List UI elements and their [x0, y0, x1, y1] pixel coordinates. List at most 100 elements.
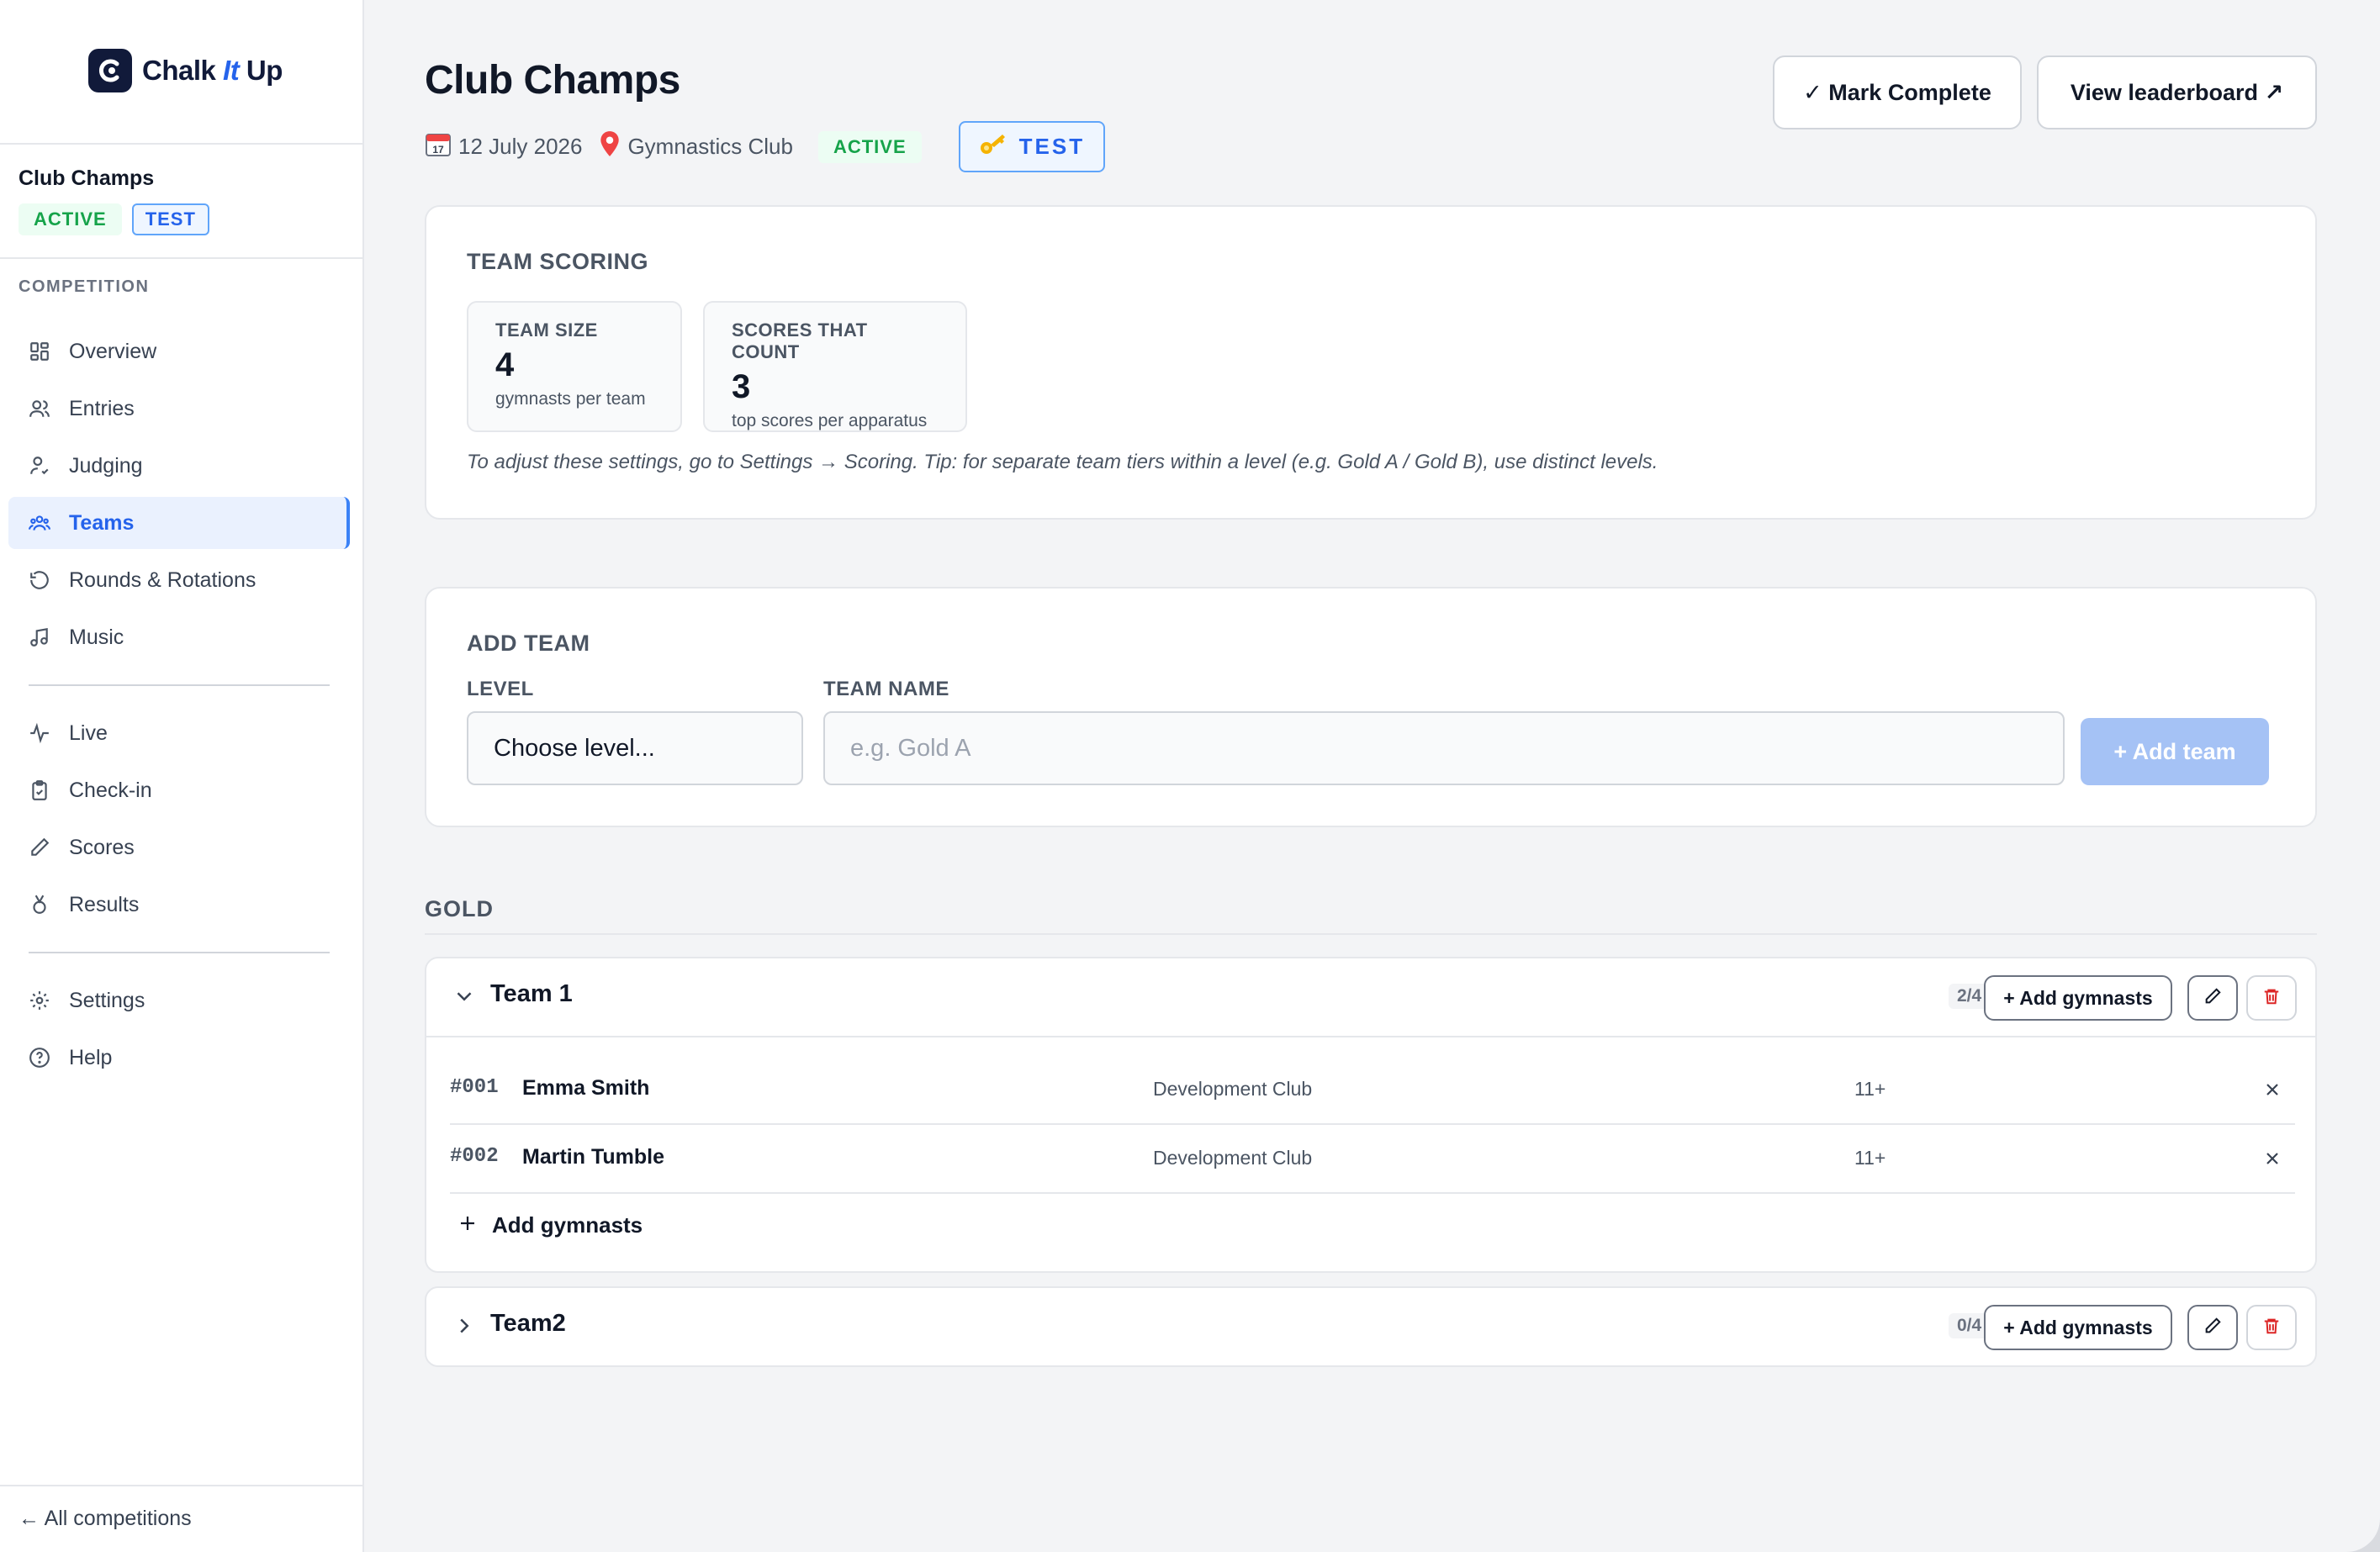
team-name: Team2 — [490, 1310, 566, 1337]
team-name-label: TEAM NAME — [823, 678, 949, 700]
gymnast-name: Emma Smith — [522, 1076, 650, 1100]
status-badge-active: ACTIVE — [19, 203, 122, 235]
sidebar-item-entries[interactable]: Entries — [8, 383, 350, 435]
sidebar-item-music[interactable]: Music — [8, 611, 350, 663]
pencil-icon — [2203, 1317, 2222, 1339]
scoring-hint: To adjust these settings, go to Settings… — [467, 451, 1658, 473]
gymnast-name: Martin Tumble — [522, 1145, 664, 1169]
chevron-down-icon[interactable] — [452, 984, 477, 1009]
trash-icon — [2262, 987, 2281, 1010]
music-icon — [27, 625, 52, 650]
sidebar-item-label: Scores — [69, 835, 135, 859]
close-icon — [2266, 1084, 2278, 1095]
add-team-card: ADD TEAM LEVEL Choose level... TEAM NAME… — [425, 587, 2317, 827]
sidebar-item-label: Live — [69, 721, 108, 745]
sidebar: Chalk It Up Club Champs ACTIVE TEST COMP… — [0, 0, 364, 1552]
sidebar-item-label: Music — [69, 625, 124, 649]
medal-icon — [27, 892, 52, 917]
team-card: Team 1 2/4 + Add gymnasts #001 Emma Smit… — [425, 957, 2317, 1273]
pencil-icon — [2203, 987, 2222, 1010]
competition-meta: 17 12 July 2026 Gymnastics Club ACTIVE T… — [425, 121, 1106, 172]
team-scoring-card: TEAM SCORING TEAM SIZE 4 gymnasts per te… — [425, 205, 2317, 520]
sidebar-badges: ACTIVE TEST — [19, 203, 209, 235]
status-badge-active: ACTIVE — [817, 130, 922, 163]
delete-team-button[interactable] — [2246, 1305, 2297, 1350]
delete-team-button[interactable] — [2246, 975, 2297, 1021]
status-badge-test: TEST — [958, 121, 1106, 172]
sidebar-divider — [29, 952, 330, 953]
sidebar-item-rounds-rotations[interactable]: Rounds & Rotations — [8, 554, 350, 606]
competition-venue: Gymnastics Club — [627, 134, 793, 159]
scores-count-sub: top scores per apparatus — [732, 411, 928, 430]
overview-grid-icon — [27, 339, 52, 364]
team-name-input[interactable] — [823, 711, 2065, 785]
calendar-icon: 17 — [425, 130, 452, 163]
mark-complete-button[interactable]: ✓ Mark Complete — [1773, 55, 2022, 129]
sidebar-item-check-in[interactable]: Check-in — [8, 764, 350, 816]
sidebar-item-scores[interactable]: Scores — [8, 821, 350, 874]
team-size-label: TEAM SIZE — [495, 319, 598, 340]
team-icon — [27, 510, 52, 536]
sidebar-item-label: Judging — [69, 453, 143, 478]
date-meta: 17 12 July 2026 — [425, 130, 582, 163]
key-icon — [979, 131, 1008, 162]
add-gymnasts-button[interactable]: + Add gymnasts — [1984, 1305, 2172, 1350]
trash-icon — [2262, 1317, 2281, 1339]
sidebar-item-help[interactable]: Help — [8, 1032, 350, 1084]
main-content: Club Champs 17 12 July 2026 Gymnastics C… — [364, 0, 2380, 1552]
remove-gymnast-button[interactable] — [2258, 1142, 2287, 1175]
team-size-value: 4 — [495, 346, 515, 383]
location-pin-icon — [599, 130, 621, 163]
sidebar-section-label: COMPETITION — [19, 277, 150, 296]
pulse-icon — [27, 721, 52, 746]
team-header[interactable]: Team2 0/4 + Add gymnasts — [426, 1288, 2315, 1365]
edit-team-button[interactable] — [2187, 975, 2238, 1021]
add-gymnasts-link[interactable]: Add gymnasts — [458, 1212, 643, 1238]
sidebar-item-label: Teams — [69, 510, 135, 535]
team-header[interactable]: Team 1 2/4 + Add gymnasts — [426, 958, 2315, 1036]
sidebar-item-label: Check-in — [69, 778, 152, 802]
gymnast-number: #001 — [450, 1076, 499, 1099]
table-row: #001 Emma Smith Development Club 11+ — [450, 1056, 2295, 1125]
sidebar-item-settings[interactable]: Settings — [8, 974, 350, 1027]
add-gymnasts-button[interactable]: + Add gymnasts — [1984, 975, 2172, 1021]
sidebar-item-label: Overview — [69, 339, 157, 363]
view-leaderboard-button[interactable]: View leaderboard ↗ — [2037, 55, 2317, 129]
gymnast-number: #002 — [450, 1145, 499, 1168]
sidebar-item-teams[interactable]: Teams — [8, 497, 350, 549]
sidebar-divider — [29, 684, 330, 686]
all-competitions-link[interactable]: ← All competitions — [19, 1507, 192, 1531]
sidebar-item-label: Results — [69, 892, 140, 916]
scores-count-label: SCORES THAT COUNT — [732, 319, 868, 362]
judge-icon — [27, 453, 52, 478]
sidebar-item-label: Rounds & Rotations — [69, 567, 257, 592]
sidebar-item-label: Help — [69, 1045, 113, 1069]
remove-gymnast-button[interactable] — [2258, 1073, 2287, 1106]
brand-logo[interactable]: Chalk It Up — [88, 49, 283, 92]
sidebar-item-live[interactable]: Live — [8, 707, 350, 759]
clipboard-check-icon — [27, 778, 52, 803]
sidebar-divider — [0, 257, 364, 259]
status-badge-test: TEST — [131, 203, 209, 235]
page-title: Club Champs — [425, 58, 680, 103]
team-name: Team 1 — [490, 980, 573, 1007]
gear-icon — [27, 988, 52, 1013]
level-select[interactable]: Choose level... — [467, 711, 803, 785]
pencil-icon — [27, 835, 52, 860]
chevron-right-icon[interactable] — [452, 1313, 477, 1338]
svg-text:17: 17 — [432, 144, 444, 156]
add-team-button[interactable]: + Add team — [2081, 718, 2269, 785]
sidebar-item-label: Entries — [69, 396, 135, 420]
team-card: Team2 0/4 + Add gymnasts — [425, 1286, 2317, 1367]
sidebar-item-judging[interactable]: Judging — [8, 440, 350, 492]
edit-team-button[interactable] — [2187, 1305, 2238, 1350]
group-divider — [425, 933, 2317, 935]
add-team-title: ADD TEAM — [467, 631, 590, 656]
sidebar-item-overview[interactable]: Overview — [8, 325, 350, 377]
users-icon — [27, 396, 52, 421]
gymnast-age-group: 11+ — [1854, 1078, 1886, 1100]
sidebar-item-results[interactable]: Results — [8, 879, 350, 931]
sidebar-competition-title: Club Champs — [19, 166, 155, 190]
sidebar-divider — [0, 143, 364, 145]
scores-count-stat: SCORES THAT COUNT 3 top scores per appar… — [703, 301, 967, 432]
